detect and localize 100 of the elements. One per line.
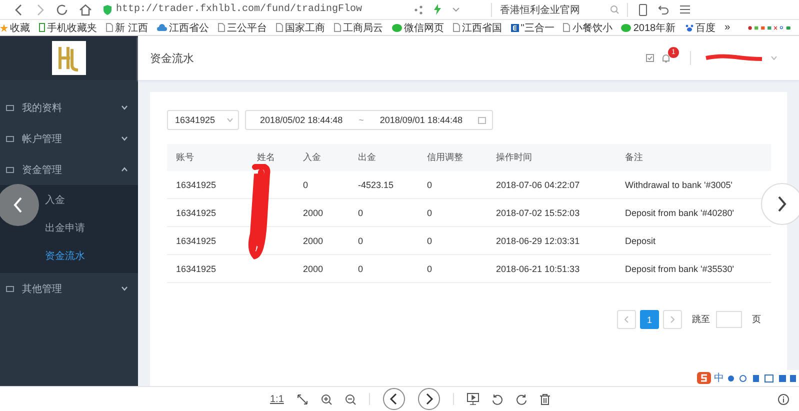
star-icon	[0, 24, 8, 32]
jump-label: 跳至	[692, 313, 710, 326]
table-cell: 2018-07-06 04:22:07	[496, 180, 580, 190]
bookmark-item[interactable]: "三合一	[510, 20, 554, 34]
checkbox-icon[interactable]	[646, 54, 654, 62]
bookmark-item[interactable]: 江西省国	[452, 20, 502, 34]
phone-icon[interactable]	[639, 4, 647, 16]
submenu-item[interactable]: 出金申请	[45, 215, 85, 243]
page-number-field[interactable]	[716, 311, 742, 328]
delete-icon[interactable]	[540, 394, 550, 404]
table-cell: 2018-06-29 12:03:31	[496, 236, 580, 246]
calendar-icon	[478, 116, 486, 124]
zoom-in-icon[interactable]	[320, 394, 332, 404]
column-header: 操作时间	[487, 144, 616, 171]
column-header: 姓名	[248, 144, 294, 171]
table-cell: Withdrawal to bank '#3005'	[625, 180, 732, 190]
page-icon	[276, 23, 283, 32]
page-icon	[334, 23, 341, 32]
table-cell: 0	[303, 180, 308, 190]
table-cell: 0	[427, 236, 432, 246]
bookmark-item[interactable]: 小餐饮小	[563, 20, 612, 34]
menu-glyph-icon	[6, 104, 14, 112]
column-header: 账号	[167, 144, 248, 171]
submenu-item[interactable]: 资金流水	[45, 243, 85, 271]
chevron-right-icon	[777, 196, 787, 212]
table-cell: 0	[427, 264, 432, 274]
next-icon[interactable]	[418, 388, 440, 410]
table-cell: 16341925	[176, 208, 216, 218]
table-cell: 16341925	[176, 180, 216, 190]
table-cell: Deposit from bank '#35530'	[625, 264, 734, 274]
bookmark-item[interactable]: 江西省公	[156, 20, 209, 34]
undo-icon[interactable]	[658, 4, 669, 14]
table-cell: Deposit from bank '#40280'	[625, 208, 734, 218]
slideshow-icon[interactable]	[466, 393, 479, 405]
bookmark-item[interactable]: 微信网页	[392, 20, 444, 34]
redaction-mark	[705, 53, 763, 63]
actual-size-button[interactable]: 1:1	[270, 394, 284, 404]
column-header: 入金	[294, 144, 349, 171]
lightning-icon[interactable]	[434, 4, 441, 15]
page-icon	[563, 23, 570, 32]
chevron-left-icon	[13, 197, 23, 213]
sidebar-item[interactable]: 资金管理	[0, 154, 138, 185]
address-bar[interactable]: http://trader.fxhlbl.com/fund/tradingFlow	[103, 4, 403, 15]
shield-icon	[103, 4, 112, 14]
paw-icon	[684, 24, 694, 32]
rotate-right-icon[interactable]	[516, 394, 527, 404]
s-logo-icon	[697, 372, 711, 384]
back-icon[interactable]	[14, 4, 24, 16]
menu-glyph-icon	[6, 134, 14, 142]
fullscreen-icon[interactable]	[296, 394, 308, 404]
chevron-down-icon	[121, 105, 128, 110]
chevron-down-icon	[227, 118, 234, 122]
info-icon[interactable]	[778, 394, 789, 404]
refresh-icon[interactable]	[56, 4, 68, 16]
more-bookmarks-button[interactable]: »	[724, 22, 730, 33]
bookmark-item[interactable]: 2018年新	[621, 20, 676, 34]
page-title: 资金流水	[150, 52, 194, 66]
column-header: 信用调整	[418, 144, 487, 171]
previous-icon[interactable]	[382, 388, 405, 410]
bookmark-item[interactable]: 手机收藏夹	[39, 20, 97, 34]
share-icon[interactable]	[414, 4, 423, 14]
bookmark-item[interactable]: 工商局云	[334, 20, 383, 34]
column-header: 备注	[616, 144, 771, 171]
sidebar-item[interactable]: 帐户管理	[0, 123, 138, 154]
search-field[interactable]: 香港恒利金业官网	[491, 2, 628, 16]
bookmark-item[interactable]: 国家工商	[276, 20, 325, 34]
logo-icon	[52, 41, 86, 75]
chevron-down-icon[interactable]	[452, 6, 460, 12]
page-icon	[106, 23, 113, 32]
page-icon	[218, 23, 225, 32]
table-cell: Deposit	[625, 236, 656, 246]
ime-tools-icon	[727, 374, 797, 382]
table-cell: 2000	[303, 208, 324, 218]
page-unit-label: 页	[752, 313, 761, 326]
chevron-right-icon	[670, 316, 675, 323]
sidebar-item[interactable]: 我的资料	[0, 92, 138, 123]
table-cell: 0	[358, 236, 364, 246]
date-range-field[interactable]: 2018/05/02 18:44:48 ~ 2018/09/01 18:44:48	[245, 110, 494, 130]
chevron-down-icon	[121, 136, 128, 141]
chevron-left-icon	[624, 316, 629, 323]
bookmark-item[interactable]: 收藏	[0, 20, 30, 34]
zoom-out-icon[interactable]	[344, 394, 356, 404]
bookmark-item[interactable]: 百度	[684, 20, 716, 34]
page-icon	[452, 23, 460, 32]
chevron-down-icon	[121, 286, 128, 291]
table-cell: 16341925	[176, 236, 216, 246]
menu-icon[interactable]	[680, 5, 690, 14]
account-select[interactable]: 16341925	[167, 110, 240, 130]
table-cell: 2000	[303, 264, 324, 274]
home-icon[interactable]	[79, 4, 92, 16]
cloud-icon	[156, 24, 167, 31]
sidebar-item[interactable]: 其他管理	[0, 273, 138, 304]
bookmark-item[interactable]: 三公平台	[218, 20, 267, 34]
bell-icon[interactable]	[662, 54, 670, 62]
table-cell: 2018-07-02 15:52:03	[496, 208, 580, 218]
input-method-bar[interactable]: 中	[695, 370, 799, 386]
bookmark-item[interactable]: 新 江西	[106, 20, 148, 34]
table-cell: 2018-06-21 10:51:33	[496, 264, 580, 274]
submenu-item[interactable]: 入金	[45, 187, 65, 215]
rotate-left-icon[interactable]	[492, 394, 503, 404]
